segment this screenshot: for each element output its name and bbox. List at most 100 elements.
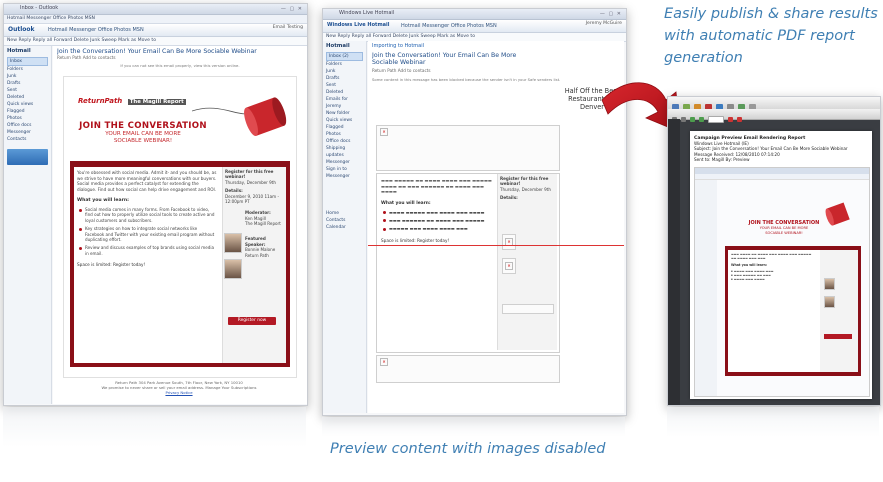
pdf-register-sidebar	[820, 250, 858, 372]
email-subject: Join the Conversation! Your Email Can Be…	[372, 52, 517, 66]
blocked-image-header: ✕	[376, 125, 560, 171]
sidebar-item[interactable]: Contacts	[326, 217, 363, 224]
email-headline: JOIN THE CONVERSATION YOUR EMAIL CAN BE …	[78, 121, 208, 145]
sidebar-item[interactable]: Flagged	[7, 108, 48, 115]
sidebar-item[interactable]: Drafts	[7, 80, 48, 87]
zoom-in-icon[interactable]	[737, 117, 742, 122]
sidebar-item-inbox[interactable]: Inbox	[7, 57, 48, 66]
pdf-report-screenshot: Campaign Preview Email Rendering Report …	[667, 96, 881, 406]
magill-report-logo: The Magill Report	[127, 99, 186, 105]
bullet-item: Review and discuss examples of top brand…	[77, 245, 217, 256]
app-header: Outlook Hotmail Messenger Office Photos …	[4, 24, 307, 37]
sidebar-item[interactable]: Quick views	[7, 101, 48, 108]
email-icon[interactable]	[681, 117, 686, 122]
pdf-page: Campaign Preview Email Rendering Report …	[690, 131, 872, 399]
sidebar-item[interactable]: Junk	[326, 68, 363, 75]
pdf-nav-panel[interactable]	[668, 119, 680, 405]
sidebar-item[interactable]: Messenger	[7, 129, 48, 136]
sidebar-item-inbox[interactable]: Inbox (2)	[326, 52, 363, 61]
bullet-item-placeholder: ▬▬▬▬ ▬▬▬▬▬ ▬▬▬ ▬▬▬▬ ▬▬▬ ▬▬▬▬	[381, 210, 493, 215]
email-logos: ReturnPath The Magill Report	[78, 97, 186, 105]
blocked-content-notice[interactable]: Some content in this message has been bl…	[372, 77, 620, 82]
zoom-out-icon[interactable]	[728, 117, 733, 122]
sidebar-item[interactable]: Deleted	[326, 89, 363, 96]
sidebar-item[interactable]: Messenger	[326, 159, 363, 166]
sidebar-item[interactable]: Sign in to Messenger	[326, 166, 363, 180]
sidebar-heading: Hotmail	[326, 43, 350, 49]
sidebar-item[interactable]: Calendar	[326, 224, 363, 231]
messenger-badge[interactable]	[7, 149, 48, 165]
message-action-bar[interactable]: New Reply Reply all Forward Delete Junk …	[4, 37, 307, 46]
hotmail-images-blocked-screenshot: Windows Live Hotmail — ▢ ✕ Windows Live …	[322, 8, 627, 416]
email-from[interactable]: Return Path Add to contacts	[57, 55, 303, 60]
privacy-notice-link[interactable]: Privacy Notice	[63, 390, 295, 395]
window-controls[interactable]: — ▢ ✕	[281, 6, 303, 12]
sidebar-item[interactable]: Flagged	[326, 124, 363, 131]
content-panel-body: You're obsessed with social media. Admit…	[74, 167, 286, 363]
import-notice[interactable]: Importing to Hotmail	[372, 43, 620, 49]
blocked-photo: ✕	[502, 258, 516, 274]
space-limited-text[interactable]: Space is limited: Register today!	[381, 238, 493, 243]
window-controls[interactable]: — ▢ ✕	[600, 11, 622, 17]
page-up-icon[interactable]	[690, 117, 695, 122]
body-paragraph: You're obsessed with social media. Admit…	[77, 170, 217, 192]
email-body: ReturnPath The Magill Report JOIN THE CO…	[63, 76, 297, 378]
pdf-speaker-photo	[824, 296, 835, 308]
space-limited-text[interactable]: Space is limited: Register today!	[77, 262, 145, 267]
folder-sidebar: Hotmail Inbox (2) Folders Junk Drafts Se…	[323, 41, 367, 413]
user-name[interactable]: Email Testing	[273, 25, 303, 30]
email-from[interactable]: Return Path Add to contacts	[372, 68, 620, 73]
view-online-note[interactable]: If you can not see this email properly, …	[57, 63, 303, 68]
window-title: Inbox - Outlook	[20, 5, 59, 11]
blocked-register-button[interactable]	[502, 304, 554, 314]
screenshot-reflection	[322, 417, 625, 437]
window-title: Windows Live Hotmail	[339, 10, 395, 16]
sidebar-item[interactable]: Photos	[326, 131, 363, 138]
page-down-icon[interactable]	[699, 117, 704, 122]
pdf-mini-toolbar	[695, 174, 869, 180]
register-sidebar: Register for this free webinar! Thursday…	[497, 174, 557, 350]
space-limited-note: Space is limited: Register today!	[77, 262, 217, 267]
pdf-navigation-bar[interactable]	[668, 109, 880, 123]
register-title: Register for this free webinar!	[500, 176, 549, 187]
sidebar-item[interactable]: Folders	[7, 66, 48, 73]
user-name[interactable]: Jeremy McGuire	[586, 21, 622, 26]
learn-heading: What you will learn:	[77, 198, 129, 203]
sidebar-item[interactable]: Quick views	[326, 117, 363, 124]
sidebar-item[interactable]: Office docs	[326, 138, 363, 145]
sidebar-item[interactable]: Home	[326, 210, 363, 217]
window-title-bar: Inbox - Outlook — ▢ ✕	[4, 4, 307, 15]
sidebar-item[interactable]: Drafts	[326, 75, 363, 82]
sidebar-item[interactable]: Office docs	[7, 122, 48, 129]
moderator-photo	[224, 233, 242, 253]
zoom-field[interactable]	[708, 116, 724, 123]
pdf-embedded-screenshot: JOIN THE CONVERSATION YOUR EMAIL CAN BE …	[694, 167, 870, 397]
details-text: December 9, 2010 11am - 12:00pm PT	[225, 193, 279, 205]
subheadline-1: YOUR EMAIL CAN BE MORE	[105, 131, 181, 137]
sidebar-item[interactable]: Junk	[7, 73, 48, 80]
outlook-logo[interactable]: Outlook	[8, 26, 35, 33]
sidebar-item[interactable]: Shipping updates	[326, 145, 363, 159]
email-footer: Return Path 304 Park Avenue South, 7th F…	[63, 380, 295, 395]
speaker-role: Return Path	[245, 252, 269, 258]
blocked-photo: ✕	[502, 234, 516, 250]
register-now-button[interactable]: Register now	[228, 317, 276, 325]
windows-live-logo[interactable]: Windows Live Hotmail	[327, 22, 389, 28]
sidebar-item[interactable]: Deleted	[7, 94, 48, 101]
sidebar-item[interactable]: Sent	[326, 82, 363, 89]
app-tabs[interactable]: Hotmail Messenger Office Photos MSN	[48, 27, 144, 33]
broken-image-icon: ✕	[505, 262, 513, 270]
app-tabs[interactable]: Hotmail Messenger Office Photos MSN	[401, 23, 497, 29]
sidebar-item[interactable]: New folder	[326, 110, 363, 117]
sidebar-item[interactable]: Sent	[7, 87, 48, 94]
sidebar-item[interactable]: Emails for Jeremy	[326, 96, 363, 110]
pdf-sent-to: Sent to: Magill By: Preview	[694, 156, 750, 162]
preview-feature-caption: Preview content with images disabled	[330, 441, 606, 457]
speaker-photo	[224, 259, 242, 279]
sidebar-item[interactable]: Folders	[326, 61, 363, 68]
sidebar-item[interactable]: Contacts	[7, 136, 48, 143]
return-path-logo: ReturnPath	[78, 97, 123, 105]
pdf-register-button	[824, 334, 852, 339]
sidebar-item[interactable]: Photos	[7, 115, 48, 122]
pdf-subheadline-2: SOCIABLE WEBINAR!	[765, 230, 803, 235]
